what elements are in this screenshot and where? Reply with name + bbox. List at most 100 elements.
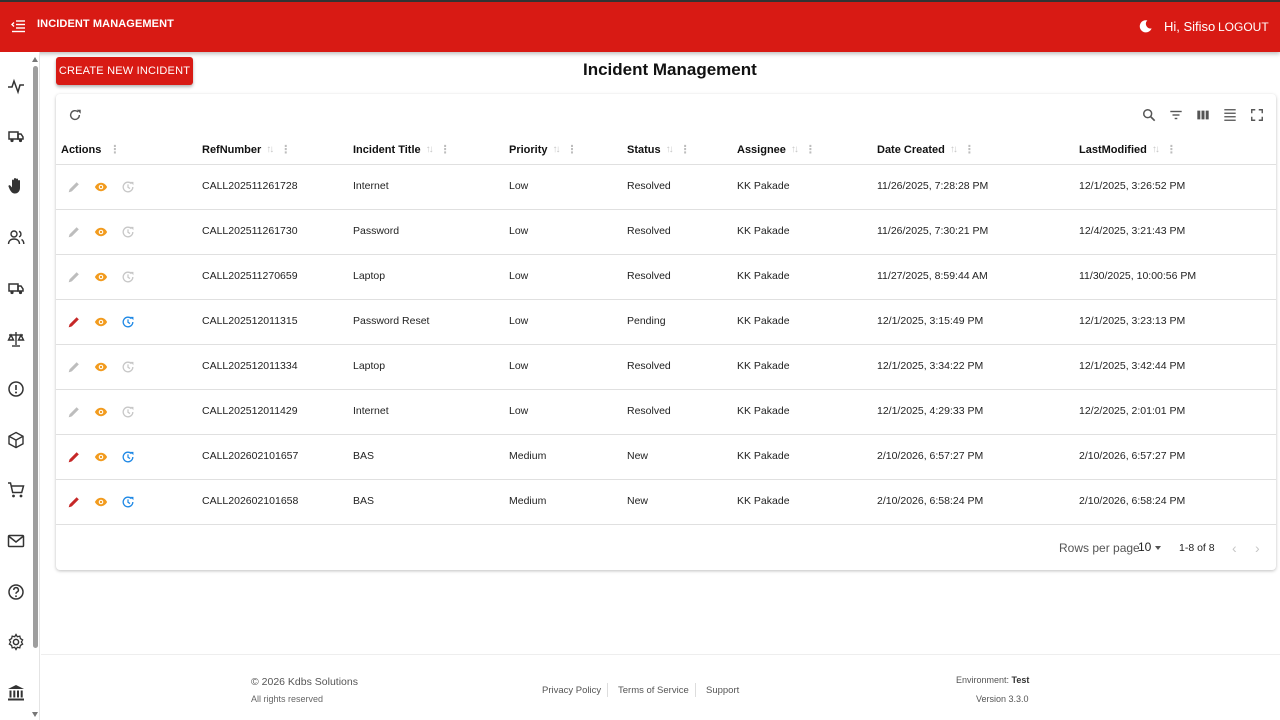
- column-menu-icon[interactable]: ⋮: [680, 143, 691, 156]
- scale-icon[interactable]: [6, 329, 26, 349]
- sort-icon[interactable]: ↑↓: [950, 144, 958, 155]
- cell-date-created: 12/1/2025, 3:34:22 PM: [877, 360, 984, 372]
- cell-lastmodified: 2/10/2026, 6:57:27 PM: [1079, 450, 1186, 462]
- column-header-status[interactable]: Status ↑↓ ⋮: [627, 143, 691, 157]
- history-icon[interactable]: [121, 495, 135, 509]
- rows-per-page-select[interactable]: 10: [1138, 540, 1151, 554]
- table-row[interactable]: CALL202511261728 Internet Low Resolved KK Pa…: [56, 165, 1276, 210]
- density-icon[interactable]: [1223, 108, 1237, 122]
- table-row[interactable]: CALL202602101658 BAS Medium New KK Pakade 2/1…: [56, 480, 1276, 525]
- filter-icon[interactable]: [1169, 108, 1183, 122]
- sidebar-scrollbar[interactable]: [30, 54, 40, 720]
- terms-of-service-link[interactable]: Terms of Service: [618, 685, 689, 696]
- column-header-priority[interactable]: Priority ↑↓ ⋮: [509, 143, 578, 157]
- view-icon[interactable]: [94, 495, 108, 509]
- support-link[interactable]: Support: [706, 685, 739, 696]
- help-circle-icon[interactable]: [6, 582, 26, 602]
- bank-icon[interactable]: [6, 683, 26, 703]
- column-menu-icon[interactable]: ⋮: [440, 143, 451, 156]
- edit-icon[interactable]: [67, 450, 81, 464]
- cell-status: Resolved: [627, 225, 671, 237]
- cell-lastmodified: 12/4/2025, 3:21:43 PM: [1079, 225, 1186, 237]
- view-icon[interactable]: [94, 405, 108, 419]
- sort-icon[interactable]: ↑↓: [791, 144, 799, 155]
- sort-icon[interactable]: ↑↓: [266, 144, 274, 155]
- column-header-incident-title[interactable]: Incident Title ↑↓ ⋮: [353, 143, 451, 157]
- column-menu-icon[interactable]: ⋮: [1166, 143, 1177, 156]
- table-row[interactable]: CALL202512011334 Laptop Low Resolved KK Paka…: [56, 345, 1276, 390]
- column-header-actions[interactable]: Actions ⋮: [61, 143, 120, 157]
- edit-icon[interactable]: [67, 495, 81, 509]
- history-icon[interactable]: [121, 315, 135, 329]
- scrollbar-thumb[interactable]: [33, 66, 38, 648]
- column-menu-icon[interactable]: ⋮: [805, 143, 816, 156]
- menu-toggle-icon[interactable]: [10, 18, 26, 34]
- view-icon[interactable]: [94, 180, 108, 194]
- cell-refnumber: CALL202511270659: [202, 270, 298, 282]
- scroll-up-icon[interactable]: [32, 57, 38, 62]
- column-menu-icon[interactable]: ⋮: [280, 143, 291, 156]
- view-icon[interactable]: [94, 450, 108, 464]
- edit-icon[interactable]: [67, 315, 81, 329]
- previous-page-icon[interactable]: ‹: [1232, 541, 1237, 555]
- table-row[interactable]: CALL202511261730 Password Low Resolved KK Pa…: [56, 210, 1276, 255]
- view-icon[interactable]: [94, 270, 108, 284]
- mail-icon[interactable]: [6, 531, 26, 551]
- rights-text: All rights reserved: [251, 694, 324, 704]
- sort-icon[interactable]: ↑↓: [553, 144, 561, 155]
- activity-icon[interactable]: [6, 76, 26, 96]
- cell-priority: Low: [509, 360, 529, 372]
- view-icon[interactable]: [94, 360, 108, 374]
- column-header-label: LastModified: [1079, 143, 1147, 156]
- column-menu-icon[interactable]: ⋮: [964, 143, 975, 156]
- scroll-down-icon[interactable]: [32, 712, 38, 717]
- column-header-refnumber[interactable]: RefNumber ↑↓ ⋮: [202, 143, 291, 157]
- history-icon: [121, 225, 135, 239]
- dark-mode-icon[interactable]: [1138, 19, 1153, 34]
- environment-value: Test: [1011, 675, 1030, 685]
- settings-icon[interactable]: [6, 632, 26, 652]
- cell-incident-title: BAS: [353, 450, 375, 462]
- view-icon[interactable]: [94, 315, 108, 329]
- user-greeting: Hi, Sifiso: [1164, 19, 1216, 34]
- sort-icon[interactable]: ↑↓: [1152, 144, 1160, 155]
- hand-icon[interactable]: [6, 176, 26, 196]
- table-footer: [56, 664, 1280, 665]
- box-icon[interactable]: [6, 430, 26, 450]
- column-menu-icon[interactable]: ⋮: [567, 143, 578, 156]
- version-text: Version 3.3.0: [976, 694, 1029, 704]
- table-row[interactable]: CALL202512011315 Password Reset Low Pending…: [56, 300, 1276, 345]
- chevron-down-icon[interactable]: [1155, 546, 1161, 550]
- next-page-icon[interactable]: ›: [1255, 541, 1260, 555]
- column-header-assignee[interactable]: Assignee ↑↓ ⋮: [737, 143, 816, 157]
- sort-icon[interactable]: ↑↓: [666, 144, 674, 155]
- sort-icon[interactable]: ↑↓: [426, 144, 434, 155]
- truck-icon[interactable]: [6, 126, 26, 146]
- view-icon[interactable]: [94, 225, 108, 239]
- alert-circle-icon[interactable]: [6, 379, 26, 399]
- refresh-icon[interactable]: [68, 108, 82, 122]
- table-row[interactable]: CALL202512011429 Internet Low Resolved KK Pa…: [56, 390, 1276, 435]
- logout-button[interactable]: LOGOUT: [1218, 20, 1269, 34]
- column-header-lastmodified[interactable]: LastModified ↑↓ ⋮: [1079, 143, 1177, 157]
- cell-status: Pending: [627, 315, 666, 327]
- edit-icon: [67, 180, 81, 194]
- cell-refnumber: CALL202602101657: [202, 450, 299, 462]
- column-header-date-created[interactable]: Date Created ↑↓ ⋮: [877, 143, 975, 157]
- privacy-policy-link[interactable]: Privacy Policy: [542, 685, 601, 696]
- history-icon[interactable]: [121, 450, 135, 464]
- column-menu-icon[interactable]: ⋮: [109, 143, 120, 156]
- table-row[interactable]: CALL202511270659 Laptop Low Resolved KK Paka…: [56, 255, 1276, 300]
- create-incident-button[interactable]: CREATE NEW INCIDENT: [56, 57, 193, 85]
- cell-status: Resolved: [627, 180, 671, 192]
- search-icon[interactable]: [1142, 108, 1156, 122]
- columns-icon[interactable]: [1196, 108, 1210, 122]
- cell-assignee: KK Pakade: [737, 405, 790, 417]
- table-row[interactable]: CALL202602101657 BAS Medium New KK Pakade 2/1…: [56, 435, 1276, 480]
- cart-icon[interactable]: [6, 480, 26, 500]
- truck-icon[interactable]: [6, 278, 26, 298]
- users-icon[interactable]: [6, 227, 26, 247]
- pagination-range: 1-8 of 8: [1179, 542, 1215, 554]
- column-header-label: Date Created: [877, 143, 945, 156]
- fullscreen-icon[interactable]: [1250, 108, 1264, 122]
